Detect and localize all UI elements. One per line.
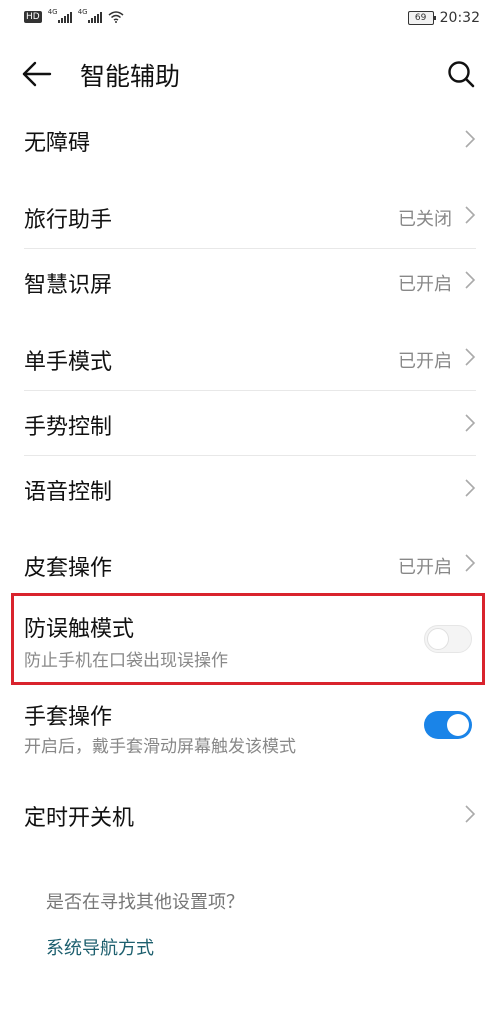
network-type-label: 4G bbox=[47, 7, 58, 16]
setting-item-smart-screen[interactable]: 智慧识屏 已开启 bbox=[0, 251, 500, 311]
chevron-right-icon bbox=[465, 554, 476, 572]
page-title: 智能辅助 bbox=[80, 62, 181, 91]
setting-item-label: 定时开关机 bbox=[24, 806, 135, 831]
chevron-right-icon bbox=[465, 414, 476, 432]
chevron-right-icon bbox=[465, 805, 476, 823]
divider bbox=[24, 390, 476, 391]
search-icon bbox=[448, 61, 475, 88]
chevron-right-icon bbox=[465, 479, 476, 497]
search-button[interactable] bbox=[446, 59, 476, 89]
wifi-icon bbox=[108, 11, 124, 23]
app-bar: 智能辅助 bbox=[0, 46, 500, 102]
divider bbox=[24, 455, 476, 456]
setting-item-value: 已开启 bbox=[398, 274, 452, 295]
back-button[interactable] bbox=[20, 58, 56, 90]
setting-item-one-hand-mode[interactable]: 单手模式 已开启 bbox=[0, 329, 500, 389]
setting-item-label: 手势控制 bbox=[24, 415, 113, 440]
setting-item-label: 无障碍 bbox=[24, 131, 91, 156]
status-left: HD 4G 4G bbox=[24, 8, 124, 23]
setting-item-label: 语音控制 bbox=[24, 480, 113, 505]
setting-item-accessibility[interactable]: 无障碍 bbox=[0, 110, 500, 170]
setting-item-value: 已开启 bbox=[398, 351, 452, 372]
clock: 20:32 bbox=[439, 10, 480, 26]
footer-question: 是否在寻找其他设置项？ bbox=[46, 892, 244, 913]
chevron-right-icon bbox=[465, 348, 476, 366]
signal-icon: 4G bbox=[48, 8, 72, 23]
setting-item-glove-mode[interactable]: 手套操作 开启后，戴手套滑动屏幕触发该模式 bbox=[0, 690, 500, 770]
setting-item-value: 已开启 bbox=[398, 557, 452, 578]
glove-mode-toggle[interactable] bbox=[424, 711, 472, 739]
signal-icon: 4G bbox=[78, 8, 102, 23]
status-bar: HD 4G 4G 69 20:32 bbox=[0, 0, 500, 40]
chevron-right-icon bbox=[465, 206, 476, 224]
hd-badge: HD bbox=[24, 11, 42, 23]
status-right: 69 20:32 bbox=[407, 10, 480, 26]
setting-item-label: 单手模式 bbox=[24, 350, 113, 375]
chevron-right-icon bbox=[465, 130, 476, 148]
setting-item-subtitle: 开启后，戴手套滑动屏幕触发该模式 bbox=[24, 737, 296, 757]
setting-item-label: 旅行助手 bbox=[24, 208, 113, 233]
setting-item-cover-operation[interactable]: 皮套操作 已开启 bbox=[0, 535, 500, 595]
network-type-label: 4G bbox=[77, 7, 88, 16]
setting-item-voice-control[interactable]: 语音控制 bbox=[0, 458, 500, 520]
setting-item-scheduled-power[interactable]: 定时开关机 bbox=[0, 785, 500, 845]
setting-item-value: 已关闭 bbox=[398, 209, 452, 230]
arrow-left-icon bbox=[22, 61, 52, 87]
setting-item-gesture-control[interactable]: 手势控制 bbox=[0, 393, 500, 455]
chevron-right-icon bbox=[465, 271, 476, 289]
divider bbox=[24, 248, 476, 249]
setting-item-label: 手套操作 bbox=[24, 705, 113, 730]
setting-item-label: 皮套操作 bbox=[24, 556, 113, 581]
highlight-annotation bbox=[11, 593, 485, 685]
setting-item-travel-assistant[interactable]: 旅行助手 已关闭 bbox=[0, 187, 500, 245]
system-navigation-link[interactable]: 系统导航方式 bbox=[46, 934, 154, 960]
toggle-knob bbox=[447, 714, 469, 736]
setting-item-label: 智慧识屏 bbox=[24, 273, 113, 298]
battery-icon: 69 bbox=[407, 11, 436, 25]
